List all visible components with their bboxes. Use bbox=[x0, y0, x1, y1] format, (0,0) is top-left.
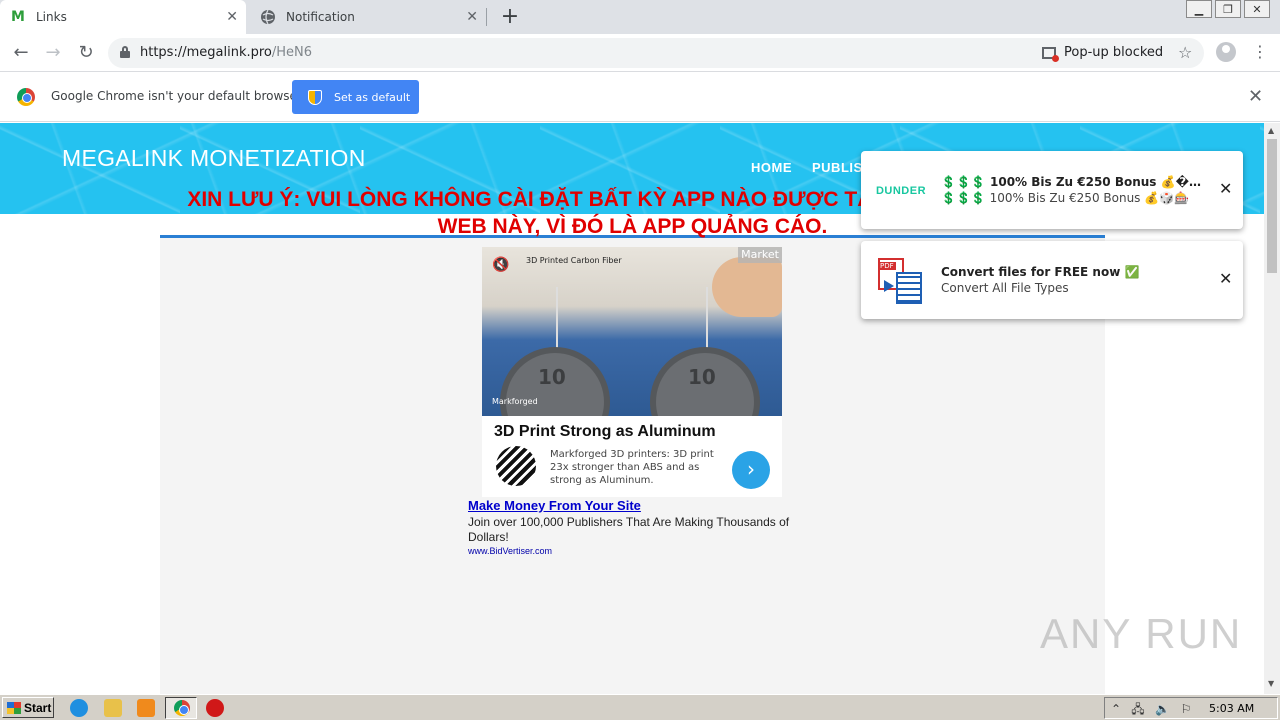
tab-strip: M Links ✕ Notification ✕ + ▁ ❐ ✕ bbox=[0, 0, 1280, 34]
bidvertiser-desc: Join over 100,000 Publishers That Are Ma… bbox=[468, 515, 790, 544]
ad-headline[interactable]: 3D Print Strong as Aluminum bbox=[494, 423, 716, 441]
mute-icon[interactable]: 🔇 bbox=[492, 257, 509, 273]
chrome-taskbar-button[interactable] bbox=[165, 697, 197, 719]
bookmark-star-icon[interactable]: ☆ bbox=[1178, 43, 1192, 62]
close-notification-icon[interactable]: ✕ bbox=[1219, 269, 1232, 288]
ad-arrow-button[interactable]: › bbox=[732, 451, 770, 489]
tab-label: Notification bbox=[286, 10, 355, 24]
bidvertiser-url[interactable]: www.BidVertiser.com bbox=[468, 546, 808, 556]
notification-convert[interactable]: Convert files for FREE now ✅ Convert All… bbox=[861, 241, 1243, 319]
start-button[interactable]: Start bbox=[2, 697, 54, 718]
restore-icon[interactable]: ❐ bbox=[1215, 0, 1241, 18]
new-tab-icon[interactable]: + bbox=[498, 4, 522, 29]
chrome-taskbar-icon bbox=[174, 700, 190, 716]
markforged-ad[interactable]: 3D Printed Carbon Fiber 🔇 Markforged Mar… bbox=[482, 247, 782, 497]
action-center-flag-icon[interactable]: ⚐ bbox=[1179, 702, 1193, 716]
nav-home[interactable]: HOME bbox=[751, 160, 792, 175]
tray-expand-icon[interactable]: ⌃ bbox=[1109, 702, 1123, 716]
tab-links[interactable]: M Links ✕ bbox=[0, 0, 246, 34]
tab-separator bbox=[486, 8, 487, 26]
taskbar: Start ⌃ 🖧 🔈 ⚐ 5:03 AM bbox=[0, 694, 1280, 720]
security-app-icon[interactable] bbox=[206, 699, 224, 717]
close-window-icon[interactable]: ✕ bbox=[1244, 0, 1270, 18]
system-tray: ⌃ 🖧 🔈 ⚐ 5:03 AM bbox=[1104, 697, 1278, 719]
notification-dunder[interactable]: DUNDER 💲💲💲 100% Bis Zu €250 Bonus 💰�... … bbox=[861, 151, 1243, 229]
scroll-up-icon[interactable]: ▲ bbox=[1268, 126, 1274, 135]
bidvertiser-ad: Make Money From Your Site Join over 100,… bbox=[468, 498, 808, 556]
profile-avatar-icon[interactable] bbox=[1216, 42, 1236, 62]
markforged-logo-icon bbox=[496, 446, 536, 486]
address-bar[interactable]: https://megalink.pro/HeN6 Pop-up blocked… bbox=[108, 38, 1204, 68]
browser-toolbar: ← → ↻ https://megalink.pro/HeN6 Pop-up b… bbox=[0, 34, 1280, 72]
ad-body: Markforged 3D printers: 3D print 23x str… bbox=[550, 449, 714, 486]
page-scrollbar[interactable]: ▲ ▼ bbox=[1264, 123, 1280, 694]
close-tab-icon[interactable]: ✕ bbox=[466, 9, 478, 25]
uac-shield-icon bbox=[308, 89, 322, 105]
nav-publishers[interactable]: PUBLIS bbox=[812, 160, 863, 175]
tab-notification[interactable]: Notification ✕ bbox=[250, 0, 486, 34]
notification-title: 💲💲💲 100% Bis Zu €250 Bonus 💰�... bbox=[941, 175, 1201, 189]
tab-label: Links bbox=[36, 10, 67, 24]
scroll-down-icon[interactable]: ▼ bbox=[1268, 679, 1274, 688]
globe-icon bbox=[260, 9, 276, 25]
media-player-icon[interactable] bbox=[137, 699, 155, 717]
url-text: https://megalink.pro/HeN6 bbox=[140, 45, 313, 60]
network-icon[interactable]: 🖧 bbox=[1131, 702, 1145, 716]
infobar-message: Google Chrome isn't your default browser bbox=[51, 89, 302, 103]
scroll-thumb[interactable] bbox=[1267, 139, 1277, 273]
window-controls: ▁ ❐ ✕ bbox=[1183, 0, 1270, 18]
default-browser-infobar: Google Chrome isn't your default browser… bbox=[0, 72, 1280, 122]
file-explorer-icon[interactable] bbox=[104, 699, 122, 717]
pdf-convert-icon bbox=[875, 257, 927, 305]
close-notification-icon[interactable]: ✕ bbox=[1219, 179, 1232, 198]
notification-title: Convert files for FREE now ✅ bbox=[941, 265, 1140, 279]
bidvertiser-link[interactable]: Make Money From Your Site bbox=[468, 498, 808, 513]
ad-image[interactable] bbox=[482, 247, 782, 416]
close-infobar-icon[interactable]: ✕ bbox=[1248, 86, 1263, 107]
megalink-favicon-icon: M bbox=[11, 9, 25, 25]
windows-flag-icon bbox=[7, 701, 21, 714]
ad-brand-label: Markforged bbox=[492, 397, 538, 406]
back-icon[interactable]: ← bbox=[9, 41, 33, 65]
close-tab-icon[interactable]: ✕ bbox=[226, 9, 238, 25]
set-as-default-button[interactable]: Set as default bbox=[292, 80, 419, 114]
menu-dots-icon[interactable]: ⋮ bbox=[1252, 42, 1268, 61]
popup-blocked-indicator[interactable]: Pop-up blocked bbox=[1042, 45, 1163, 62]
notification-body: 💲💲💲 100% Bis Zu €250 Bonus 💰🎲🎰 bbox=[941, 191, 1190, 205]
notification-body: Convert All File Types bbox=[941, 281, 1069, 295]
volume-icon[interactable]: 🔈 bbox=[1155, 702, 1170, 716]
lock-icon bbox=[120, 46, 130, 58]
dunder-logo-icon: DUNDER bbox=[875, 185, 927, 197]
chrome-logo-icon bbox=[17, 88, 35, 106]
ad-caption: 3D Printed Carbon Fiber bbox=[526, 256, 622, 265]
internet-explorer-icon[interactable] bbox=[70, 699, 88, 717]
ad-market-tag: Market bbox=[738, 247, 782, 263]
site-title[interactable]: MEGALINK MONETIZATION bbox=[62, 145, 366, 172]
popup-blocked-icon bbox=[1042, 46, 1059, 62]
clock[interactable]: 5:03 AM bbox=[1209, 702, 1254, 715]
minimize-icon[interactable]: ▁ bbox=[1186, 0, 1212, 18]
reload-icon[interactable]: ↻ bbox=[74, 41, 98, 65]
anyrun-watermark: ANY RUN bbox=[1040, 610, 1243, 657]
forward-icon[interactable]: → bbox=[41, 41, 65, 65]
